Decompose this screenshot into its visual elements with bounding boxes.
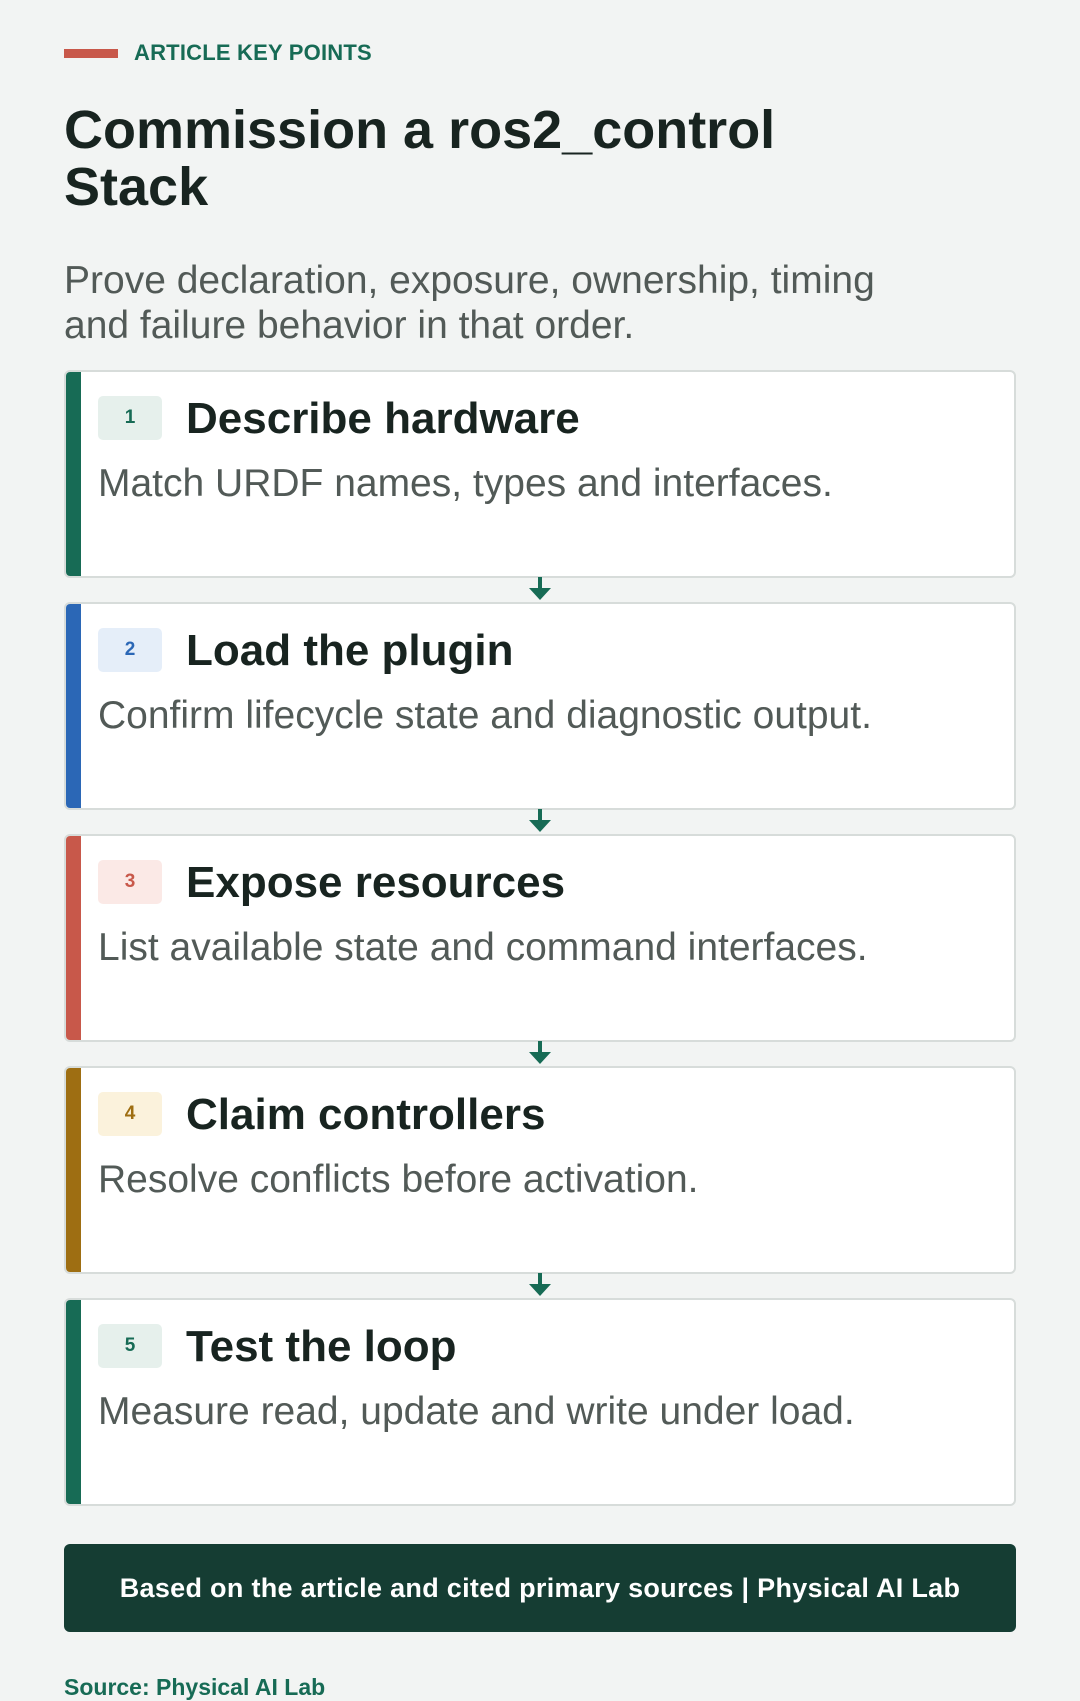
footer-banner-text: Based on the article and cited primary s… — [119, 1572, 961, 1603]
arrow-down-icon — [529, 809, 551, 832]
step-description: Match URDF names, types and interfaces. — [98, 462, 833, 505]
step-description: Confirm lifecycle state and diagnostic o… — [98, 694, 872, 737]
step-title: Claim controllers — [186, 1090, 546, 1139]
source-credit: Source: Physical AI Lab — [64, 1674, 326, 1700]
step-card-1: 1 Describe hardware Match URDF names, ty… — [64, 370, 1016, 578]
footer-banner: Based on the article and cited primary s… — [64, 1544, 1016, 1632]
step-card-4: 4 Claim controllers Resolve conflicts be… — [64, 1066, 1016, 1274]
step-accent-bar — [66, 836, 81, 1040]
key-points-infographic: ARTICLE KEY POINTS Commission a ros2_con… — [0, 0, 1080, 1700]
step-accent-bar — [66, 604, 81, 808]
step-title: Test the loop — [186, 1322, 457, 1371]
step-accent-bar — [66, 372, 81, 576]
step-title: Describe hardware — [186, 394, 580, 443]
step-number-badge: 4 — [98, 1092, 162, 1136]
arrow-down-icon — [529, 1273, 551, 1296]
step-number-badge: 2 — [98, 628, 162, 672]
page-title: Commission a ros2_control Stack — [64, 100, 776, 217]
step-description: Measure read, update and write under loa… — [98, 1390, 855, 1433]
eyebrow-accent-bar — [64, 48, 118, 58]
step-card-5: 5 Test the loop Measure read, update and… — [64, 1298, 1016, 1506]
step-accent-bar — [66, 1068, 81, 1272]
step-number-badge: 3 — [98, 860, 162, 904]
step-title: Expose resources — [186, 858, 566, 907]
step-description: List available state and command interfa… — [98, 926, 868, 969]
step-card-3: 3 Expose resources List available state … — [64, 834, 1016, 1042]
eyebrow-label: ARTICLE KEY POINTS — [134, 40, 372, 65]
eyebrow: ARTICLE KEY POINTS — [64, 38, 372, 68]
step-number-badge: 5 — [98, 1324, 162, 1368]
step-card-2: 2 Load the plugin Confirm lifecycle stat… — [64, 602, 1016, 810]
step-accent-bar — [66, 1300, 81, 1504]
page-subtitle: Prove declaration, exposure, ownership, … — [64, 259, 875, 347]
step-number-badge: 1 — [98, 396, 162, 440]
step-description: Resolve conflicts before activation. — [98, 1158, 699, 1201]
step-title: Load the plugin — [186, 626, 514, 675]
arrow-down-icon — [529, 577, 551, 600]
arrow-down-icon — [529, 1041, 551, 1064]
